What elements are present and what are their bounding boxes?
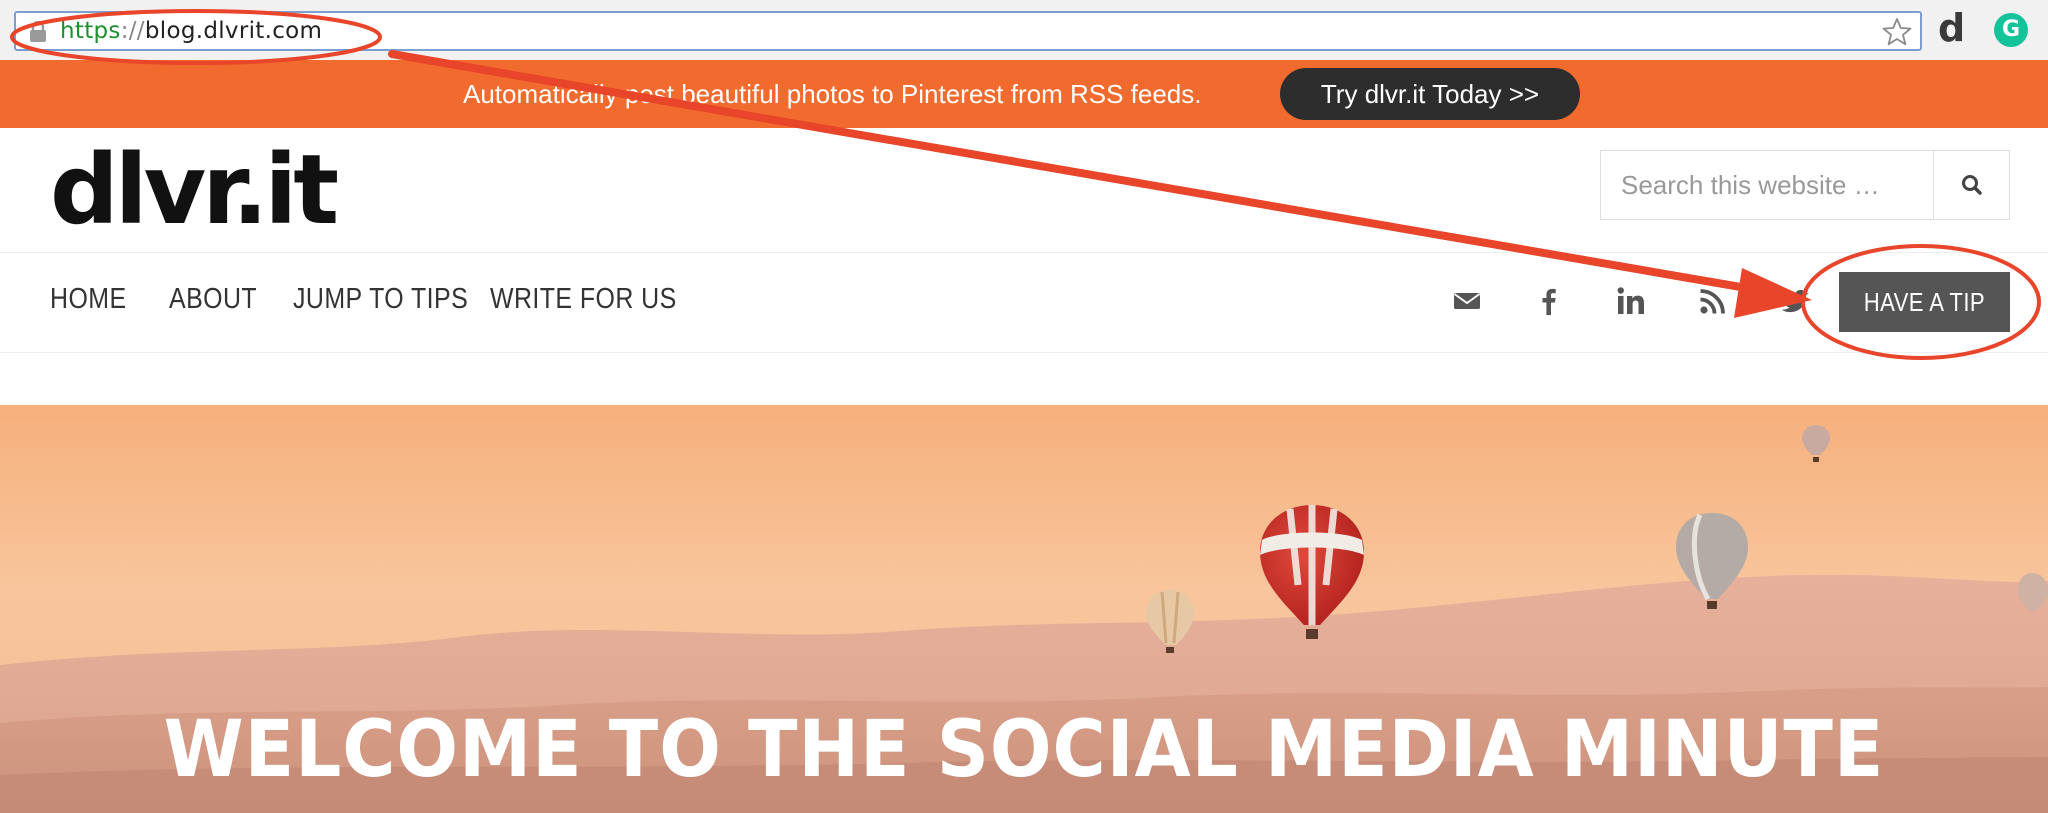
search-button[interactable]	[1933, 151, 2009, 219]
promo-text: Automatically post beautiful photos to P…	[463, 79, 1202, 109]
header-divider	[0, 252, 2048, 253]
twitter-icon[interactable]	[1778, 284, 1812, 318]
bookmark-star-icon[interactable]	[1882, 17, 1912, 47]
try-dlvrit-button[interactable]: Try dlvr.it Today >>	[1280, 68, 1580, 120]
url-host: blog.dlvrit.com	[144, 18, 323, 44]
url-separator: ://	[120, 18, 145, 44]
linkedin-icon[interactable]	[1614, 284, 1648, 318]
site-logo[interactable]: dlvr.it	[50, 130, 339, 250]
have-a-tip-label: HAVE A TIP	[1863, 287, 1986, 317]
nav-write-for-us[interactable]: WRITE FOR US	[490, 283, 677, 316]
url-text: https://blog.dlvrit.com	[60, 18, 322, 44]
rss-icon[interactable]	[1696, 284, 1730, 318]
browser-toolbar: https://blog.dlvrit.com d G	[0, 0, 2048, 61]
nav-jump-to-tips[interactable]: JUMP TO TIPS	[293, 283, 468, 316]
grammarly-extension-icon[interactable]: G	[1994, 13, 2028, 47]
search-icon	[1962, 175, 1982, 195]
promo-banner: Automatically post beautiful photos to P…	[0, 60, 2048, 128]
have-a-tip-button[interactable]: HAVE A TIP	[1839, 272, 2010, 332]
lock-icon	[30, 21, 46, 42]
nav-about[interactable]: ABOUT	[169, 283, 257, 316]
address-bar[interactable]: https://blog.dlvrit.com	[14, 11, 1922, 51]
url-scheme: https	[60, 18, 121, 44]
email-icon[interactable]	[1450, 284, 1484, 318]
nav-divider	[0, 352, 2048, 353]
search-input[interactable]	[1601, 151, 1933, 219]
search-form	[1600, 150, 2010, 220]
dlvrit-extension-icon[interactable]: d	[1938, 6, 1965, 50]
facebook-icon[interactable]	[1532, 284, 1566, 318]
hero-title: WELCOME TO THE SOCIAL MEDIA MINUTE	[163, 705, 1885, 795]
nav-home[interactable]: HOME	[50, 283, 127, 316]
